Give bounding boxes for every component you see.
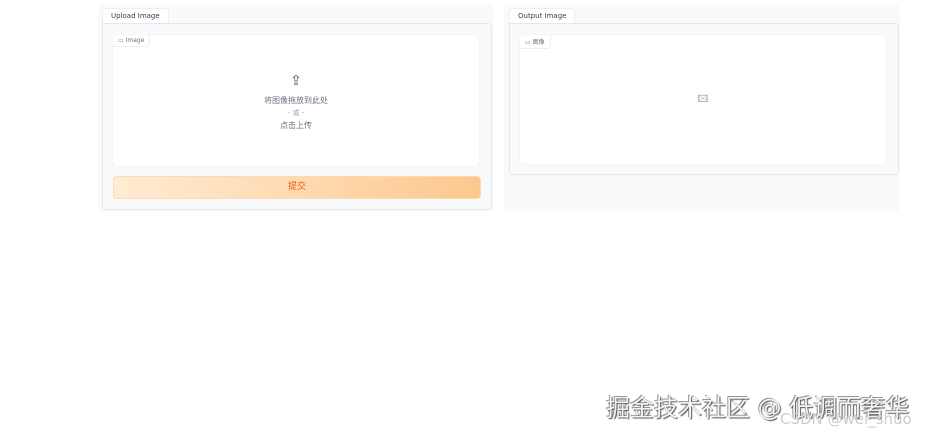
upload-icon: ⇪ <box>290 73 302 89</box>
output-label-text: 图像 <box>532 39 545 46</box>
output-image-label: ▭ 图像 <box>520 35 551 49</box>
image-label: ▭ Image <box>113 35 151 47</box>
submit-button[interactable]: 提交 <box>113 176 481 199</box>
image-placeholder-icon: 🖾 <box>697 94 709 105</box>
drop-text: 将图像拖放到此处 <box>264 96 328 105</box>
image-upload-dropzone[interactable]: ▭ Image ⇪ 将图像拖放到此处 - 或 - 点击上传 <box>113 35 479 166</box>
tab-output-image[interactable]: Output Image <box>509 8 576 24</box>
image-label-text: Image <box>125 37 145 44</box>
image-icon: ▭ <box>118 37 126 44</box>
or-text: - 或 - <box>287 109 305 117</box>
image-icon: ▭ <box>525 39 533 46</box>
output-image-box: ▭ 图像 🖾 <box>520 35 886 164</box>
tab-upload-image[interactable]: Upload Image <box>102 8 169 24</box>
watermark-sub: CSDN @wei_shuo <box>780 410 912 428</box>
click-upload-text[interactable]: 点击上传 <box>113 120 479 131</box>
